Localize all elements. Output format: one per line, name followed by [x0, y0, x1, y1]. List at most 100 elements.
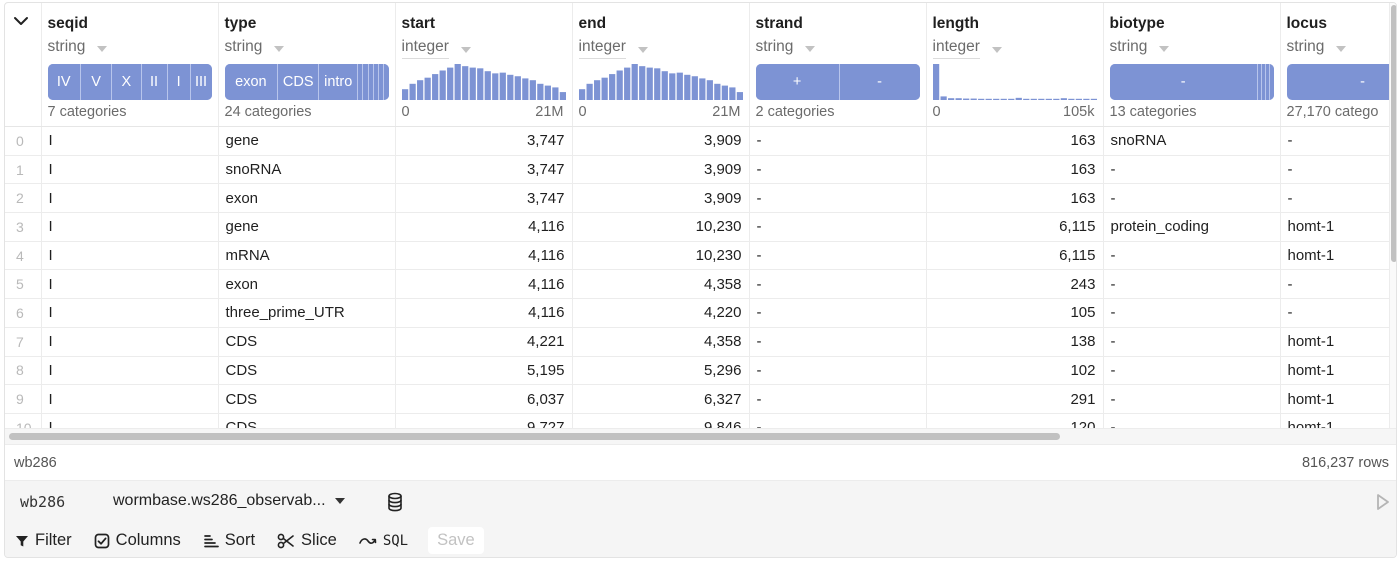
cell-strand[interactable]: - — [749, 155, 927, 185]
cell-strand[interactable]: - — [749, 413, 927, 428]
column-header-end[interactable]: end integer 0 21M — [572, 3, 750, 127]
histogram-bar[interactable] — [401, 89, 408, 100]
histogram-bar[interactable] — [736, 92, 743, 100]
histogram-bar[interactable] — [728, 87, 735, 100]
cell-length[interactable]: 105 — [926, 298, 1104, 328]
cell-biotype[interactable]: - — [1103, 269, 1281, 300]
histogram-bar[interactable] — [1067, 98, 1074, 100]
column-summary[interactable] — [932, 64, 1097, 100]
cell-locus[interactable]: - — [1280, 298, 1389, 328]
histogram-bar[interactable] — [646, 67, 653, 100]
category-segment[interactable]: - — [839, 64, 920, 100]
cell-biotype[interactable]: - — [1103, 356, 1281, 386]
cell-biotype[interactable]: snoRNA — [1103, 126, 1281, 156]
sort-button[interactable]: Sort — [203, 531, 255, 550]
chevron-down-icon[interactable] — [13, 13, 29, 29]
histogram-bar[interactable] — [698, 78, 705, 100]
histogram-bar[interactable] — [962, 98, 969, 100]
cell-length[interactable]: 291 — [926, 384, 1104, 414]
histogram-bar[interactable] — [1090, 98, 1097, 100]
histogram-bar[interactable] — [476, 68, 483, 100]
cell-type[interactable]: CDS — [218, 327, 396, 357]
category-bar[interactable]: - — [1109, 64, 1274, 100]
table-row[interactable]: 3 Igene 4,116 10,230-6,115 protein_coding hom… — [5, 212, 1389, 242]
column-type-select[interactable]: integer — [578, 38, 648, 59]
histogram-bar[interactable] — [616, 70, 623, 100]
cell-length[interactable]: 6,115 — [926, 212, 1104, 242]
cell-biotype[interactable]: - — [1103, 241, 1281, 271]
cell-type[interactable]: mRNA — [218, 241, 396, 271]
cell-type[interactable]: gene — [218, 212, 396, 242]
category-bar[interactable]: - — [1286, 64, 1389, 100]
histogram-bar[interactable] — [653, 68, 660, 100]
table-row[interactable]: 0 Igene 3,747 3,909-163 snoRNA - — [5, 126, 1389, 156]
histogram-bar[interactable] — [536, 83, 543, 100]
cell-start[interactable]: 9,727 — [395, 413, 573, 428]
category-bar[interactable]: + - — [755, 64, 920, 100]
cell-end[interactable]: 4,220 — [572, 298, 750, 328]
column-name[interactable]: start — [402, 15, 436, 33]
cell-end[interactable]: 3,909 — [572, 126, 750, 156]
histogram-bar[interactable] — [947, 98, 954, 100]
cell-end[interactable]: 5,296 — [572, 356, 750, 386]
histogram-bar[interactable] — [1022, 98, 1029, 100]
cell-locus[interactable]: homt-1 — [1280, 327, 1389, 357]
cell-length[interactable]: 163 — [926, 183, 1104, 214]
column-header-type[interactable]: type string exon CDS intro 24 categories — [218, 3, 396, 127]
histogram-bar[interactable] — [454, 64, 461, 100]
cell-seqid[interactable]: I — [41, 126, 219, 156]
category-segment[interactable] — [384, 64, 389, 100]
column-summary[interactable]: + - — [755, 64, 920, 100]
column-name[interactable]: strand — [756, 15, 803, 33]
column-name[interactable]: seqid — [48, 15, 88, 33]
table-row[interactable]: 4 ImRNA 4,116 10,230-6,115- homt-1 — [5, 241, 1389, 271]
cell-type[interactable]: CDS — [218, 356, 396, 386]
cell-strand[interactable]: - — [749, 212, 927, 242]
cell-seqid[interactable]: I — [41, 327, 219, 357]
column-type-select[interactable]: string — [48, 38, 108, 56]
cell-seqid[interactable]: I — [41, 298, 219, 328]
cell-biotype[interactable]: - — [1103, 183, 1281, 214]
column-header-seqid[interactable]: seqid string IV V X II I III 7 categories — [41, 3, 219, 127]
histogram-bar[interactable] — [706, 80, 713, 100]
histogram-bar[interactable] — [661, 71, 668, 100]
column-type-select[interactable]: integer — [932, 38, 1002, 59]
cell-type[interactable]: three_prime_UTR — [218, 298, 396, 328]
cell-seqid[interactable]: I — [41, 384, 219, 414]
histogram-bar[interactable] — [1045, 98, 1052, 100]
cell-biotype[interactable]: protein_coding — [1103, 212, 1281, 242]
cell-strand[interactable]: - — [749, 126, 927, 156]
cell-end[interactable]: 4,358 — [572, 269, 750, 300]
histogram-bar[interactable] — [1052, 98, 1059, 100]
column-name[interactable]: end — [579, 15, 607, 33]
cell-seqid[interactable]: I — [41, 413, 219, 428]
horizontal-scrollbar-thumb[interactable] — [9, 433, 1060, 440]
category-segment[interactable]: IV — [47, 64, 81, 100]
table-row[interactable]: 7 I CDS 4,221 4,358-138- homt-1 — [5, 327, 1389, 357]
histogram-bar[interactable] — [977, 98, 984, 100]
column-name[interactable]: locus — [1287, 15, 1327, 33]
histogram-bar[interactable] — [544, 85, 551, 100]
category-bar[interactable]: IV V X II I III — [47, 64, 212, 100]
cell-end[interactable]: 6,327 — [572, 384, 750, 414]
horizontal-scrollbar[interactable] — [5, 428, 1396, 444]
category-segment[interactable]: X — [112, 64, 142, 100]
cell-type[interactable]: CDS — [218, 413, 396, 428]
filter-button[interactable]: Filter — [15, 531, 72, 550]
histogram-bar[interactable] — [601, 77, 608, 100]
cell-end[interactable]: 4,358 — [572, 327, 750, 357]
column-type-select[interactable]: string — [756, 38, 816, 56]
cell-seqid[interactable]: I — [41, 241, 219, 271]
histogram-bar[interactable] — [992, 98, 999, 100]
cell-biotype[interactable]: - — [1103, 298, 1281, 328]
cell-biotype[interactable]: - — [1103, 384, 1281, 414]
cell-seqid[interactable]: I — [41, 183, 219, 214]
column-summary[interactable]: - — [1286, 64, 1389, 100]
histogram-bar[interactable] — [416, 80, 423, 100]
cell-type[interactable]: snoRNA — [218, 155, 396, 185]
cell-locus[interactable]: homt-1 — [1280, 384, 1389, 414]
cell-biotype[interactable]: - — [1103, 327, 1281, 357]
category-segment[interactable]: intro — [319, 64, 359, 100]
histogram-bar[interactable] — [691, 76, 698, 100]
category-segment[interactable]: V — [80, 64, 113, 100]
